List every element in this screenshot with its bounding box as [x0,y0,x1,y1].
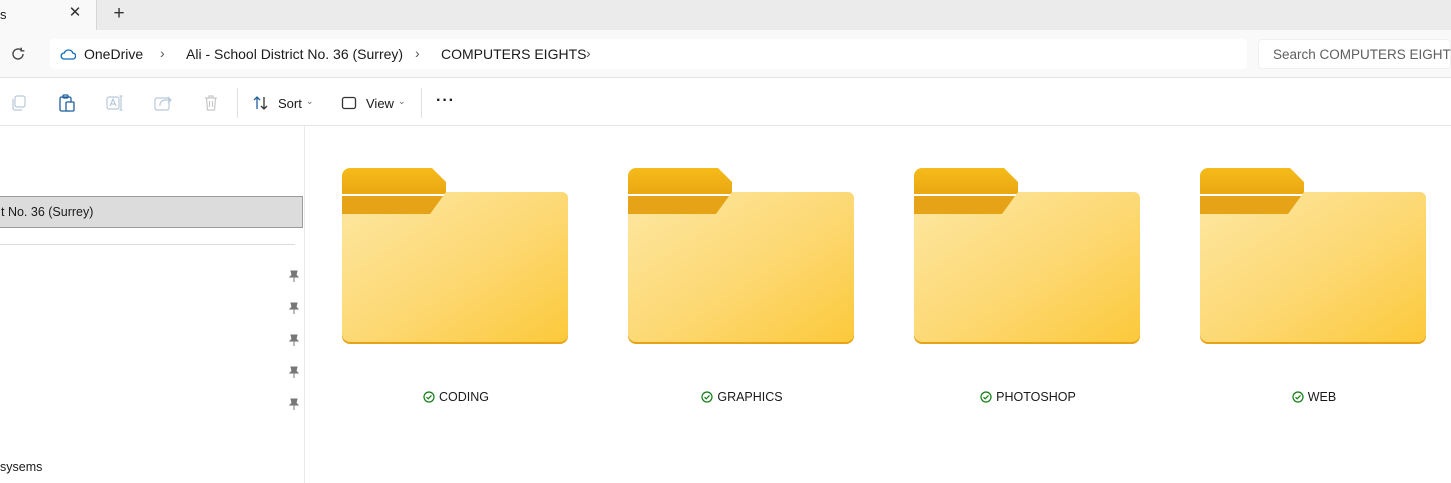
cloud-icon [60,49,76,60]
folder-icon [342,168,568,344]
chevron-down-icon: ⌄ [306,96,314,106]
folder-name: CODING [342,390,570,406]
synced-check-icon [701,391,713,403]
folder-name: WEB [1200,390,1428,406]
search-placeholder: Search COMPUTERS EIGHTS [1273,47,1451,62]
nav-divider [0,244,295,245]
folder-icon [914,168,1140,344]
address-row: OneDrive › Ali - School District No. 36 … [0,30,1451,78]
sort-label: Sort [278,96,302,111]
view-icon [341,96,357,110]
chevron-right-icon[interactable]: › [415,45,425,61]
rename-icon[interactable] [105,93,125,113]
folder-item[interactable]: GRAPHICS [628,166,856,416]
sort-icon [253,96,268,110]
pin-icon[interactable] [287,397,301,411]
folder-item[interactable]: PHOTOSHOP [914,166,1142,416]
folder-name: PHOTOSHOP [914,390,1142,406]
more-icon: ··· [436,92,455,109]
pin-icon[interactable] [287,301,301,315]
folder-item[interactable]: WEB [1200,166,1428,416]
chevron-right-icon[interactable]: › [160,45,170,61]
command-bar: Sort ⌄ View ⌄ ··· [0,79,1451,126]
pin-icon[interactable] [287,365,301,379]
breadcrumb-onedrive[interactable]: OneDrive [84,46,143,62]
pin-icon[interactable] [287,333,301,347]
copy-icon[interactable] [9,93,29,113]
nav-item-label: t No. 36 (Surrey) [1,205,94,219]
chevron-down-icon: ⌄ [398,96,406,106]
breadcrumb-current-folder[interactable]: COMPUTERS EIGHTS [441,46,586,62]
navigation-pane: t No. 36 (Surrey) sysems [0,126,305,483]
folder-name: GRAPHICS [628,390,856,406]
folder-name-text: GRAPHICS [717,390,783,404]
plus-icon[interactable]: + [108,3,130,25]
address-bar[interactable]: OneDrive › Ali - School District No. 36 … [50,39,1247,69]
close-icon[interactable]: ✕ [66,4,84,22]
refresh-icon[interactable] [9,45,27,63]
chevron-right-icon[interactable]: › [586,45,596,61]
view-label: View [366,96,394,111]
synced-check-icon [980,391,992,403]
folder-name-text: WEB [1307,390,1337,404]
tab-title: s [0,7,7,22]
title-bar: s ✕ + [0,0,1451,30]
nav-item-selected[interactable]: t No. 36 (Surrey) [0,196,303,228]
folder-icon [628,168,854,344]
folder-icon [1200,168,1426,344]
toolbar-divider [421,88,422,118]
tab-current[interactable]: s ✕ [0,0,97,30]
nav-item-label[interactable]: sysems [0,460,42,474]
synced-check-icon [1292,391,1304,403]
more-options-button[interactable]: ··· [436,91,458,115]
breadcrumb-school-district[interactable]: Ali - School District No. 36 (Surrey) [186,46,403,62]
synced-check-icon [423,391,435,403]
delete-icon[interactable] [201,93,221,113]
view-button[interactable]: View ⌄ [341,91,411,115]
paste-icon[interactable] [57,93,77,113]
sort-button[interactable]: Sort ⌄ [252,91,318,115]
share-icon[interactable] [153,93,173,113]
folder-name-text: CODING [439,390,489,404]
pin-icon[interactable] [287,269,301,283]
folder-name-text: PHOTOSHOP [996,390,1076,404]
toolbar-divider [237,88,238,118]
search-input[interactable]: Search COMPUTERS EIGHTS [1258,39,1451,69]
folder-item[interactable]: CODING [342,166,570,416]
